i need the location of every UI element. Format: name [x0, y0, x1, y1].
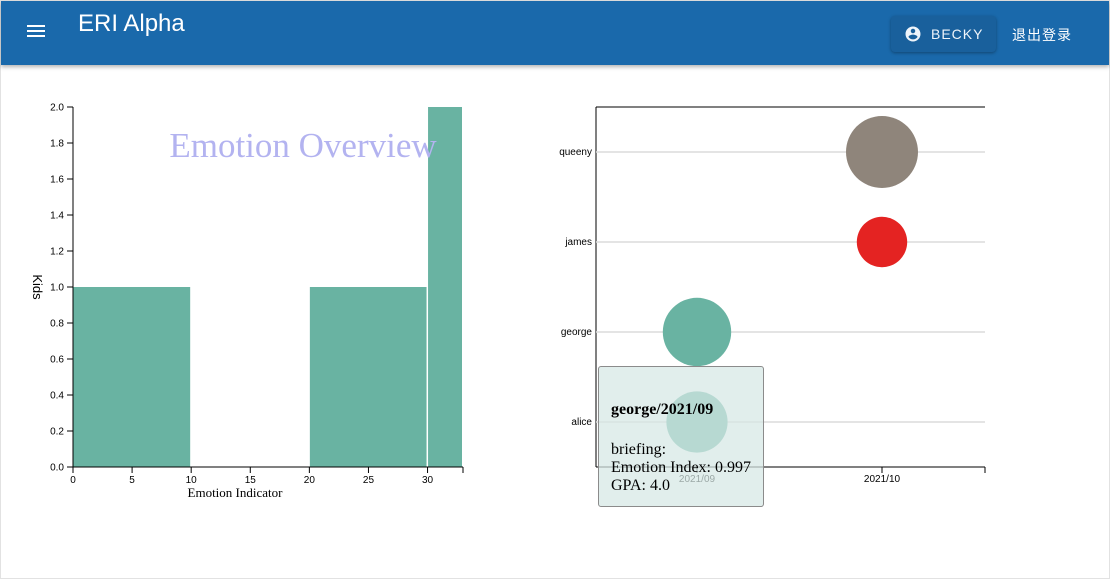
user-button[interactable]: BECKY — [891, 16, 996, 52]
bubble-george — [662, 297, 732, 367]
app-bar: ERI Alpha BECKY 退出登录 — [1, 1, 1109, 65]
histogram-y-tick-label: 2.0 — [50, 103, 64, 114]
bubble-x-tick-label: 2021/10 — [864, 474, 901, 485]
histogram-x-tick-label: 0 — [70, 475, 76, 486]
logout-link[interactable]: 退出登录 — [1012, 25, 1072, 45]
histogram-y-tick-label: 1.2 — [50, 247, 64, 258]
tooltip-briefing: briefing: — [611, 441, 667, 458]
tooltip-gpa: GPA: 4.0 — [611, 477, 670, 494]
tooltip-emotion-index: Emotion Index: 0.997 — [611, 459, 751, 476]
app-title: ERI Alpha — [78, 10, 185, 37]
histogram-y-tick-label: 0.6 — [50, 355, 64, 366]
histogram-y-tick-label: 0.4 — [50, 391, 64, 402]
histogram-bar — [73, 287, 191, 467]
histogram-y-axis-label: Kids — [30, 274, 45, 300]
histogram-x-tick-label: 25 — [363, 475, 375, 486]
account-circle-icon — [905, 26, 921, 42]
histogram-x-tick-label: 5 — [129, 475, 135, 486]
charts-canvas: 0.00.20.40.60.81.01.21.41.61.82.00 5 10 15 2… — [30, 103, 986, 500]
histogram-y-tick-label: 0.8 — [50, 319, 64, 330]
bubble-y-tick-label: alice — [571, 417, 592, 428]
menu-icon[interactable] — [27, 23, 47, 39]
histogram-y-tick-label: 0.0 — [50, 463, 64, 474]
student-tooltip: george/2021/09 briefing: Emotion Index: … — [598, 366, 764, 507]
user-name: BECKY — [931, 26, 984, 42]
bubble-y-tick-label: george — [561, 327, 593, 338]
bubble-james — [856, 216, 908, 268]
histogram-y-tick-label: 1.6 — [50, 175, 64, 186]
histogram-x-tick-label: 20 — [304, 475, 316, 486]
histogram-y-tick-label: 1.0 — [50, 283, 64, 294]
bubble-y-tick-label: james — [564, 237, 592, 248]
histogram-x-tick-label: 30 — [422, 475, 434, 486]
bubble-queeny — [846, 116, 918, 188]
histogram-title: Emotion Overview — [169, 126, 437, 165]
bubble-y-tick-label: queeny — [559, 147, 592, 158]
histogram-y-tick-label: 1.8 — [50, 139, 64, 150]
histogram-x-axis-label: Emotion Indicator — [188, 485, 284, 500]
histogram-bar — [309, 287, 427, 467]
tooltip-title: george/2021/09 — [611, 401, 714, 418]
histogram-y-tick-label: 0.2 — [50, 427, 64, 438]
histogram-y-tick-label: 1.4 — [50, 211, 64, 222]
